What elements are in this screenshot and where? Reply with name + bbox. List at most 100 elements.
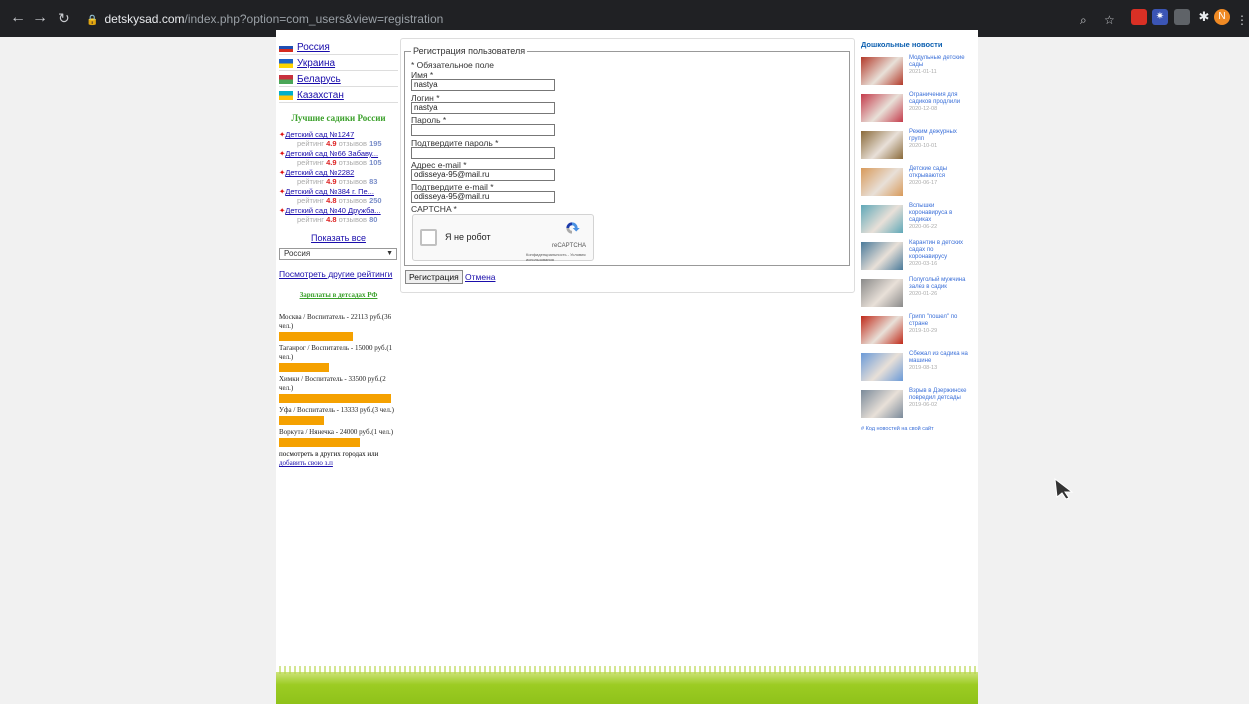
news-headline[interactable]: Полуголый мужчина залез в садик <box>909 277 973 291</box>
lock-icon: 🔒 <box>86 15 99 26</box>
extension-icon[interactable] <box>1131 9 1147 25</box>
news-headline[interactable]: Модульные детские сады <box>909 55 973 69</box>
news-headline[interactable]: Сбежал из садика на машине <box>909 351 973 365</box>
left-sidebar: Россия Украина Беларусь Казахстан Лучшие са… <box>279 40 398 468</box>
news-item[interactable]: Полуголый мужчина залез в садик 2020-01-2… <box>861 276 973 313</box>
address-bar[interactable]: 🔒 detskysad.com/index.php?option=com_user… <box>86 10 443 28</box>
cancel-link[interactable]: Отмена <box>465 272 496 282</box>
news-thumbnail[interactable] <box>861 57 903 85</box>
forward-icon[interactable]: → <box>32 8 48 28</box>
best-kindergartens-title: Лучшие садики России <box>291 113 386 123</box>
news-headline[interactable]: Ограничения для садиков продлили <box>909 92 973 106</box>
kindergarten-link[interactable]: Детский сад №1247 <box>285 130 354 139</box>
kindergarten-link[interactable]: Детский сад №384 г. Пе... <box>285 187 374 196</box>
other-ratings-link[interactable]: Посмотреть другие рейтинги <box>279 269 392 279</box>
news-thumbnail[interactable] <box>861 94 903 122</box>
news-headline[interactable]: Взрыв в Дзержинске повредил детсады <box>909 388 973 402</box>
news-item[interactable]: Сбежал из садика на машине 2019-08-13 <box>861 350 973 387</box>
login-input[interactable]: nastya <box>411 102 555 114</box>
country-item[interactable]: Россия <box>279 40 398 55</box>
reviews-label: отзывов <box>338 158 367 167</box>
menu-icon[interactable]: ⋮ <box>1236 10 1248 30</box>
puzzle-icon[interactable]: ✱ <box>1196 9 1212 25</box>
news-date: 2021-01-11 <box>909 69 937 75</box>
flag-icon <box>279 58 293 68</box>
news-date: 2019-08-13 <box>909 365 938 371</box>
reload-icon[interactable]: ↻ <box>58 8 70 28</box>
kindergarten-link[interactable]: Детский сад №2282 <box>285 168 354 177</box>
profile-avatar[interactable]: N <box>1214 9 1230 25</box>
country-link[interactable]: Россия <box>297 42 330 53</box>
reviews-count: 195 <box>369 139 382 148</box>
reviews-label: отзывов <box>338 139 367 148</box>
news-item[interactable]: Ограничения для садиков продлили 2020-12-… <box>861 91 973 128</box>
back-icon[interactable]: ← <box>10 8 26 28</box>
news-item[interactable]: Модульные детские сады 2021-01-11 <box>861 54 973 91</box>
password-confirm-input[interactable] <box>411 147 555 159</box>
email-input[interactable]: odisseya-95@mail.ru <box>411 169 555 181</box>
news-headline[interactable]: Вспышки коронавируса в садиках <box>909 203 973 224</box>
zoom-icon[interactable]: ⌕ <box>1080 10 1087 30</box>
kindergarten-meta: рейтинг 4.9 отзывов 105 <box>279 158 398 167</box>
news-headline[interactable]: Режим дежурных групп <box>909 129 973 143</box>
news-headline[interactable]: Детские сады открываются <box>909 166 973 180</box>
mouse-cursor-icon <box>1054 477 1074 500</box>
country-item[interactable]: Казахстан <box>279 88 398 103</box>
register-button[interactable]: Регистрация <box>405 270 463 284</box>
news-item[interactable]: Вспышки коронавируса в садиках 2020-06-22 <box>861 202 973 239</box>
news-headline[interactable]: Карантин в детских садах по коронавирусу <box>909 240 973 261</box>
kindergarten-meta: рейтинг 4.8 отзывов 250 <box>279 196 398 205</box>
news-date: 2020-10-01 <box>909 143 938 149</box>
news-item[interactable]: Взрыв в Дзержинске повредил детсады 2019-… <box>861 387 973 424</box>
country-link[interactable]: Казахстан <box>297 90 344 101</box>
kindergarten-link[interactable]: Детский сад №66 Забаву... <box>285 149 378 158</box>
add-salary-link[interactable]: добавить свою з.п <box>279 459 333 467</box>
news-item[interactable]: Карантин в детских садах по коронавирусу… <box>861 239 973 276</box>
rating-label: рейтинг <box>297 139 325 148</box>
news-date: 2020-06-22 <box>909 224 938 230</box>
news-thumbnail[interactable] <box>861 390 903 418</box>
rating-label: рейтинг <box>297 158 325 167</box>
news-thumbnail[interactable] <box>861 353 903 381</box>
news-headline[interactable]: Грипп "пошел" по стране <box>909 314 973 328</box>
bookmark-star-icon[interactable]: ☆ <box>1104 10 1115 30</box>
news-item[interactable]: Детские сады открываются 2020-06-17 <box>861 165 973 202</box>
news-date: 2019-06-02 <box>909 402 938 408</box>
news-item[interactable]: Режим дежурных групп 2020-10-01 <box>861 128 973 165</box>
extension-icon[interactable] <box>1174 9 1190 25</box>
country-item[interactable]: Украина <box>279 56 398 71</box>
country-link[interactable]: Беларусь <box>297 74 341 85</box>
region-select[interactable]: Россия ▼ <box>279 248 397 260</box>
rating-value: 4.9 <box>326 158 337 167</box>
kindergarten-item: ✦Детский сад №66 Забаву... рейтинг 4.9 от… <box>279 149 398 167</box>
salary-title-link[interactable]: Зарплаты в детсадах РФ <box>300 291 378 299</box>
reviews-count: 105 <box>369 158 382 167</box>
region-select-value: Россия <box>284 249 311 258</box>
name-input[interactable]: nastya <box>411 79 555 91</box>
news-thumbnail[interactable] <box>861 168 903 196</box>
country-link[interactable]: Украина <box>297 58 335 69</box>
rating-value: 4.9 <box>326 177 337 186</box>
news-embed-link[interactable]: # Код новостей на свой сайт <box>861 426 973 432</box>
recaptcha-checkbox[interactable] <box>420 229 437 246</box>
salary-text: Химки / Воспитатель - 33500 руб.(2 чел.) <box>279 375 386 392</box>
news-thumbnail[interactable] <box>861 131 903 159</box>
show-all-link[interactable]: Показать все <box>311 233 366 243</box>
news-thumbnail[interactable] <box>861 242 903 270</box>
news-item[interactable]: Грипп "пошел" по стране 2019-10-29 <box>861 313 973 350</box>
rating-label: рейтинг <box>297 177 325 186</box>
news-thumbnail[interactable] <box>861 279 903 307</box>
news-date: 2020-01-26 <box>909 291 938 297</box>
news-thumbnail[interactable] <box>861 316 903 344</box>
recaptcha-links[interactable]: Конфиденциальность - Условия использован… <box>526 252 593 262</box>
news-date: 2020-12-08 <box>909 106 938 112</box>
password-input[interactable] <box>411 124 555 136</box>
recaptcha-logo-icon <box>566 222 580 234</box>
news-thumbnail[interactable] <box>861 205 903 233</box>
form-legend: Регистрация пользователя <box>411 46 528 56</box>
email-confirm-input[interactable]: odisseya-95@mail.ru <box>411 191 555 203</box>
news-date: 2020-03-16 <box>909 261 938 267</box>
country-item[interactable]: Беларусь <box>279 72 398 87</box>
kindergarten-link[interactable]: Детский сад №40 Дружба... <box>285 206 380 215</box>
extension-gear-icon[interactable]: ✷ <box>1152 9 1168 25</box>
